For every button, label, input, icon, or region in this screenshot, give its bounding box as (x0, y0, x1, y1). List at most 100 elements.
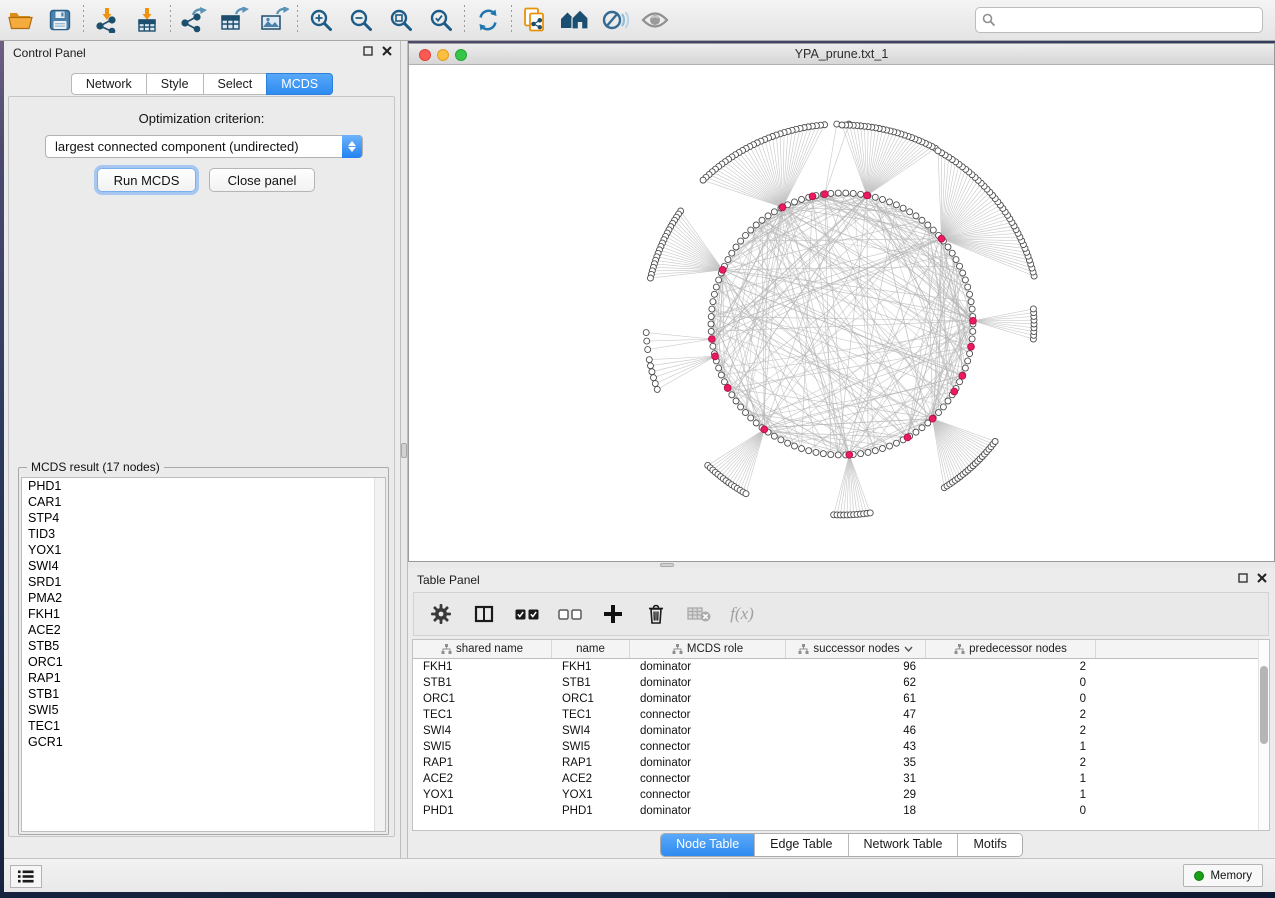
float-panel-icon[interactable] (1238, 573, 1248, 583)
network-node[interactable] (725, 257, 731, 263)
mcds-result-item[interactable]: PHD1 (22, 478, 385, 494)
add-column-icon[interactable] (600, 600, 626, 628)
network-node[interactable] (799, 446, 805, 452)
network-node[interactable] (965, 358, 971, 364)
save-session-icon[interactable] (40, 2, 80, 38)
network-node[interactable] (716, 365, 722, 371)
network-node[interactable] (771, 209, 777, 215)
network-node[interactable] (813, 449, 819, 455)
tab-motifs[interactable]: Motifs (958, 834, 1021, 856)
import-network-icon[interactable] (87, 2, 127, 38)
network-node[interactable] (748, 227, 754, 233)
network-node[interactable] (820, 451, 826, 457)
network-node[interactable] (967, 351, 973, 357)
network-node[interactable] (791, 199, 797, 205)
column-header-shared-name[interactable]: shared name (413, 640, 552, 658)
network-node[interactable] (791, 443, 797, 449)
network-node[interactable] (872, 448, 878, 454)
new-network-from-selection-icon[interactable] (515, 2, 555, 38)
network-node[interactable] (748, 415, 754, 421)
mcds-result-item[interactable]: ORC1 (22, 654, 385, 670)
network-dominator-node[interactable] (761, 426, 768, 433)
network-node[interactable] (733, 244, 739, 250)
network-dominator-node[interactable] (724, 385, 731, 392)
network-node[interactable] (945, 398, 951, 404)
network-node[interactable] (729, 392, 735, 398)
network-node[interactable] (742, 232, 748, 238)
network-node[interactable] (913, 213, 919, 219)
export-image-icon[interactable] (254, 2, 294, 38)
network-node[interactable] (967, 291, 973, 297)
mcds-result-item[interactable]: FKH1 (22, 606, 385, 622)
import-table-icon[interactable] (127, 2, 167, 38)
mcds-result-item[interactable]: TID3 (22, 526, 385, 542)
close-panel-icon[interactable] (1257, 573, 1267, 583)
network-leaf-node[interactable] (643, 330, 649, 336)
mcds-result-item[interactable]: SWI5 (22, 702, 385, 718)
tab-style[interactable]: Style (146, 73, 203, 95)
network-node[interactable] (940, 404, 946, 410)
network-node[interactable] (949, 250, 955, 256)
network-node[interactable] (887, 443, 893, 449)
tab-edge-table[interactable]: Edge Table (755, 834, 848, 856)
network-node[interactable] (771, 433, 777, 439)
delete-table-icon[interactable] (686, 600, 712, 628)
show-column-icon[interactable] (471, 600, 497, 628)
network-dominator-node[interactable] (779, 204, 786, 211)
network-node[interactable] (962, 277, 968, 283)
table-row[interactable]: YOX1YOX1connector291 (413, 787, 1269, 803)
network-node[interactable] (708, 321, 714, 327)
column-header-name[interactable]: name (552, 640, 630, 658)
network-node[interactable] (785, 440, 791, 446)
network-node[interactable] (738, 238, 744, 244)
network-leaf-node[interactable] (867, 510, 873, 516)
network-node[interactable] (969, 336, 975, 342)
mcds-list-scrollbar[interactable] (374, 478, 385, 831)
memory-button[interactable]: Memory (1183, 864, 1263, 887)
mcds-result-item[interactable]: SWI4 (22, 558, 385, 574)
network-dominator-node[interactable] (708, 336, 715, 343)
network-node[interactable] (930, 227, 936, 233)
first-neighbors-icon[interactable] (555, 2, 595, 38)
network-node[interactable] (713, 284, 719, 290)
search-input[interactable] (975, 7, 1263, 33)
network-node[interactable] (733, 398, 739, 404)
splitter-handle[interactable] (401, 443, 407, 458)
network-node[interactable] (738, 404, 744, 410)
network-dominator-node[interactable] (970, 317, 977, 324)
close-panel-button[interactable]: Close panel (209, 168, 315, 192)
network-node[interactable] (765, 213, 771, 219)
network-dominator-node[interactable] (938, 235, 945, 242)
network-node[interactable] (850, 190, 856, 196)
table-scrollbar[interactable] (1258, 640, 1269, 830)
export-network-icon[interactable] (174, 2, 214, 38)
mcds-result-item[interactable]: SRD1 (22, 574, 385, 590)
table-row[interactable]: ACE2ACE2connector311 (413, 771, 1269, 787)
hide-selected-icon[interactable] (595, 2, 635, 38)
network-node[interactable] (729, 250, 735, 256)
network-window-titlebar[interactable]: YPA_prune.txt_1 (409, 44, 1274, 65)
network-node[interactable] (710, 299, 716, 305)
network-node[interactable] (843, 190, 849, 196)
network-node[interactable] (957, 379, 963, 385)
network-dominator-node[interactable] (712, 353, 719, 360)
mcds-result-item[interactable]: RAP1 (22, 670, 385, 686)
show-all-icon[interactable] (635, 2, 675, 38)
network-node[interactable] (759, 217, 765, 223)
network-node[interactable] (913, 429, 919, 435)
select-all-icon[interactable] (514, 600, 540, 628)
table-row[interactable]: STB1STB1dominator620 (413, 675, 1269, 691)
network-node[interactable] (919, 217, 925, 223)
table-row[interactable]: ORC1ORC1dominator610 (413, 691, 1269, 707)
network-leaf-node[interactable] (650, 375, 656, 381)
network-leaf-node[interactable] (654, 386, 660, 392)
table-row[interactable]: TEC1TEC1connector472 (413, 707, 1269, 723)
network-node[interactable] (716, 277, 722, 283)
network-node[interactable] (753, 222, 759, 228)
network-node[interactable] (753, 420, 759, 426)
network-node[interactable] (936, 410, 942, 416)
network-leaf-node[interactable] (743, 491, 749, 497)
tab-network-table[interactable]: Network Table (849, 834, 959, 856)
network-dominator-node[interactable] (968, 343, 975, 350)
mcds-result-item[interactable]: YOX1 (22, 542, 385, 558)
